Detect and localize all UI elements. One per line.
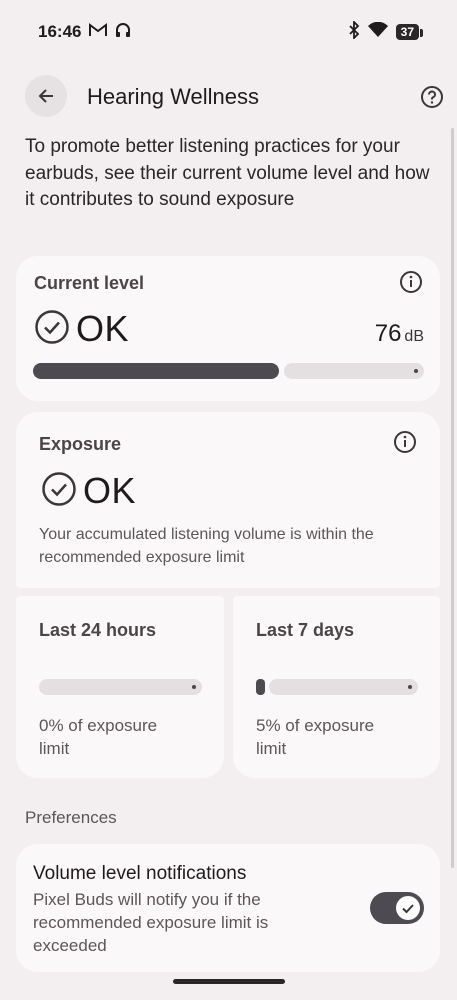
check-circle-icon xyxy=(34,309,70,350)
last-7-days-bar-fill xyxy=(256,679,265,695)
last-7-days-title: Last 7 days xyxy=(256,620,355,640)
back-button[interactable] xyxy=(25,75,67,117)
current-level-title: Current level xyxy=(34,273,145,293)
current-level-bar-fill xyxy=(33,363,279,379)
wifi-icon xyxy=(367,21,388,43)
last-24-hours-title: Last 24 hours xyxy=(39,620,157,640)
toggle-knob xyxy=(396,896,420,920)
current-level-unit: dB xyxy=(404,328,424,345)
info-icon[interactable] xyxy=(399,270,423,294)
current-level-value: 76 xyxy=(374,320,402,347)
page-title: Hearing Wellness xyxy=(87,84,260,109)
exposure-description: Your accumulated listening volume is wit… xyxy=(39,526,374,566)
exposure-title: Exposure xyxy=(39,434,122,454)
last-24-hours-card[interactable]: Last 24 hours 0% of exposure limit xyxy=(16,596,224,778)
gesture-bar[interactable] xyxy=(173,979,285,984)
status-bar: 16:46 37 xyxy=(0,0,457,64)
intro-text: To promote better listening practices fo… xyxy=(25,136,430,210)
check-icon xyxy=(402,904,414,914)
bluetooth-icon xyxy=(348,19,360,44)
preferences-label: Preferences xyxy=(25,808,117,827)
last-7-days-caption: 5% of exposure limit xyxy=(256,716,375,758)
volume-notifications-description: Pixel Buds will notify you if the recomm… xyxy=(33,890,269,955)
exposure-card[interactable]: Exposure OK Your accumulated listening v… xyxy=(16,412,440,588)
status-time: 16:46 xyxy=(38,22,82,41)
current-level-card[interactable]: Current level OK 76 dB xyxy=(16,256,440,401)
last-7-days-card[interactable]: Last 7 days 5% of exposure limit xyxy=(233,596,440,778)
app-bar: Hearing Wellness xyxy=(0,75,457,119)
check-circle-icon xyxy=(41,471,77,512)
exposure-status: OK xyxy=(83,470,137,511)
current-level-bar-track xyxy=(284,363,424,379)
last-24-hours-caption: 0% of exposure limit xyxy=(39,716,158,758)
headphones-icon xyxy=(115,22,131,43)
gmail-icon xyxy=(89,22,108,42)
volume-notifications-title: Volume level notifications xyxy=(33,863,247,884)
last-24-hours-bar-track xyxy=(39,679,202,695)
help-button[interactable] xyxy=(420,85,444,109)
info-icon[interactable] xyxy=(393,430,417,454)
help-icon xyxy=(421,86,443,108)
scrollbar[interactable] xyxy=(451,128,454,868)
back-arrow-icon xyxy=(38,89,53,103)
last-7-days-bar-track xyxy=(269,679,418,695)
volume-notifications-toggle[interactable] xyxy=(370,892,424,924)
battery-icon: 37 xyxy=(395,24,424,40)
current-level-status: OK xyxy=(76,308,130,349)
